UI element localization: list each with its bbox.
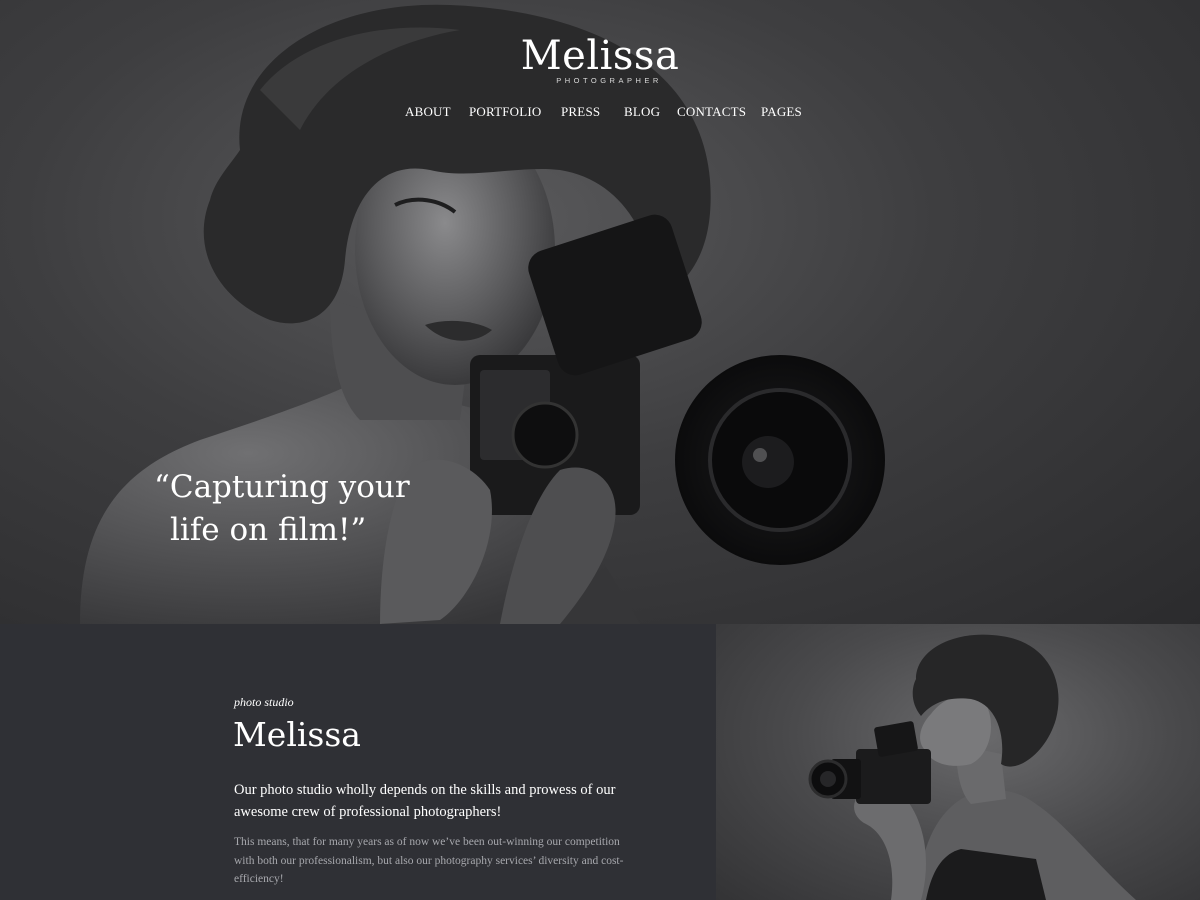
- studio-photo: [716, 624, 1200, 900]
- about-body-text: This means, that for many years as of no…: [234, 836, 624, 885]
- about-lead-text: Our photo studio wholly depends on the s…: [234, 782, 616, 820]
- nav-item-about[interactable]: ABOUT: [405, 104, 451, 120]
- hero-quote-line-2: life on film!”: [170, 512, 367, 548]
- nav-item-press[interactable]: PRESS: [561, 104, 600, 120]
- hero-quote-line-1: “Capturing your: [154, 469, 410, 505]
- nav-item-pages[interactable]: PAGES: [761, 104, 802, 120]
- logo-wordmark: Melissa: [520, 33, 680, 79]
- studio-photographer-image: [808, 634, 1136, 900]
- hero-section: Melissa PHOTOGRAPHER ABOUT PORTFOLIO PRE…: [0, 0, 1200, 624]
- about-kicker: photo studio: [234, 695, 294, 709]
- about-section: photo studio Melissa Our photo studio wh…: [0, 624, 716, 900]
- hero-quote: “Capturing your life on film!”: [154, 466, 454, 552]
- about-title: Melissa: [233, 715, 361, 754]
- nav-item-portfolio[interactable]: PORTFOLIO: [469, 104, 542, 120]
- nav-item-contacts[interactable]: CONTACTS: [677, 104, 746, 120]
- nav-item-blog[interactable]: BLOG: [624, 104, 660, 120]
- main-navigation: ABOUT PORTFOLIO PRESS BLOG CONTACTS PAGE…: [0, 104, 1200, 124]
- logo-tagline: PHOTOGRAPHER: [556, 76, 662, 85]
- site-logo[interactable]: Melissa PHOTOGRAPHER: [0, 32, 1200, 85]
